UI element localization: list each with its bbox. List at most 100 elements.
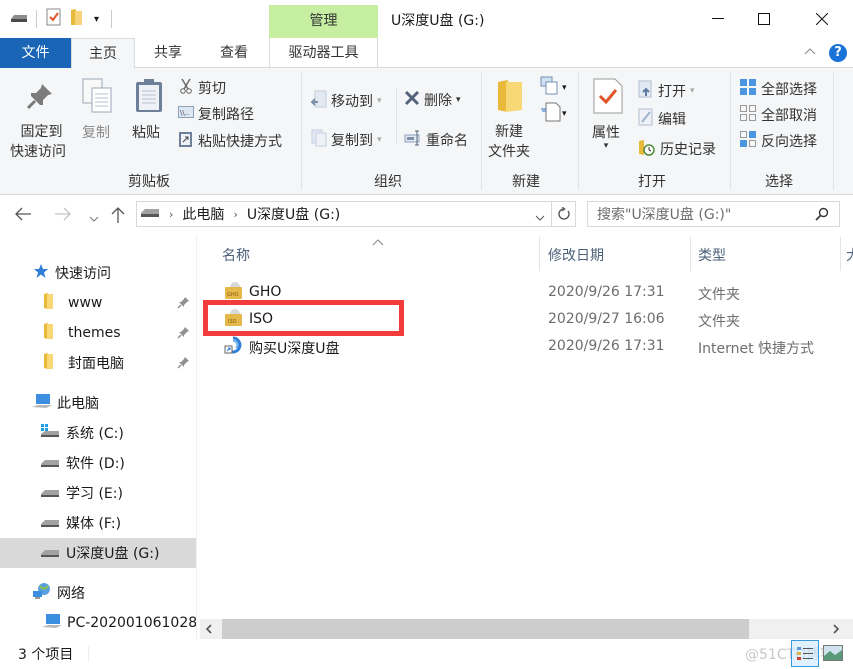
column-header-size[interactable]: 大 xyxy=(846,245,853,265)
pin-icon[interactable] xyxy=(177,356,190,373)
select-none-button[interactable]: 全部取消 xyxy=(739,104,817,126)
scroll-thumb[interactable] xyxy=(222,619,749,639)
help-button[interactable]: ? xyxy=(829,44,847,62)
tab-file[interactable]: 文件 xyxy=(0,38,71,68)
column-divider[interactable] xyxy=(690,237,691,271)
collapse-ribbon-button[interactable] xyxy=(803,44,817,62)
new-folder-line2: 文件夹 xyxy=(488,144,530,160)
invert-selection-button[interactable]: 反向选择 xyxy=(739,130,817,152)
column-divider[interactable] xyxy=(840,237,841,271)
properties-icon[interactable] xyxy=(46,8,62,30)
column-header-type[interactable]: 类型 xyxy=(698,245,726,265)
pin-icon xyxy=(26,82,54,114)
ribbon: 固定到 快速访问 复制 粘贴 剪切 \\.. 复制路径 粘贴快捷方式 剪贴板 移… xyxy=(0,68,853,195)
pin-icon[interactable] xyxy=(177,326,190,343)
breadcrumb-drive-g[interactable]: U深度U盘 (G:) xyxy=(247,204,340,224)
context-tab-manage[interactable]: 管理 xyxy=(269,5,378,38)
tab-drive-tools[interactable]: 驱动器工具 xyxy=(269,38,378,68)
search-input[interactable]: 搜索"U深度U盘 (G:)" xyxy=(587,201,840,227)
cut-button[interactable]: 剪切 xyxy=(178,78,226,98)
forward-button[interactable] xyxy=(54,207,72,225)
back-button[interactable] xyxy=(14,207,32,225)
open-icon xyxy=(638,80,654,102)
maximize-button[interactable] xyxy=(741,0,787,38)
column-header-date[interactable]: 修改日期 xyxy=(548,245,604,265)
computer-icon xyxy=(32,393,52,413)
new-item-button[interactable]: ▾ xyxy=(540,76,567,100)
details-view-button[interactable] xyxy=(791,640,819,667)
sidebar-item-network-pc[interactable]: PC-202001061028 xyxy=(0,608,196,638)
file-row-shortcut[interactable]: 购买U深度U盘 2020/9/26 17:31 Internet 快捷方式 xyxy=(200,333,853,360)
folder-icon xyxy=(44,323,53,343)
sidebar-item-drive-e[interactable]: 学习 (E:) xyxy=(0,478,196,508)
sidebar-label: 网络 xyxy=(57,586,85,602)
history-button[interactable]: 历史记录 xyxy=(638,138,716,160)
tab-home[interactable]: 主页 xyxy=(71,38,135,69)
breadcrumb-this-pc[interactable]: 此电脑 xyxy=(182,204,224,224)
group-divider xyxy=(730,72,731,190)
tab-share[interactable]: 共享 xyxy=(140,38,196,68)
move-to-button[interactable]: 移动到 ▾ xyxy=(310,90,382,112)
close-button[interactable] xyxy=(799,0,845,38)
sidebar-item-www[interactable]: www xyxy=(0,288,196,318)
properties-button[interactable]: 属性 ▾ xyxy=(592,122,620,151)
tab-view[interactable]: 查看 xyxy=(206,38,262,68)
pin-icon[interactable] xyxy=(177,296,190,313)
details-view-icon xyxy=(797,646,813,660)
new-folder-button[interactable]: 新建 文件夹 xyxy=(488,122,530,162)
paste-button[interactable]: 粘贴 xyxy=(132,122,160,142)
rename-icon xyxy=(404,129,422,151)
rename-button[interactable]: 重命名 xyxy=(404,129,468,151)
refresh-button[interactable] xyxy=(552,201,576,227)
item-count: 3 个项目 xyxy=(18,647,74,663)
copy-button[interactable]: 复制 xyxy=(82,122,110,142)
sidebar-item-themes[interactable]: themes xyxy=(0,318,196,348)
new-folder-icon[interactable] xyxy=(70,8,84,30)
chevron-down-icon: ▾ xyxy=(562,83,567,93)
column-divider[interactable] xyxy=(539,237,540,271)
system-drive-icon xyxy=(40,424,60,442)
delete-button[interactable]: 删除 ▾ xyxy=(404,90,461,110)
select-all-button[interactable]: 全部选择 xyxy=(739,78,817,100)
sidebar-label: 快速访问 xyxy=(55,266,111,282)
horizontal-scrollbar[interactable] xyxy=(200,619,853,639)
column-header-name[interactable]: 名称 xyxy=(222,245,250,265)
minimize-button[interactable] xyxy=(695,0,741,38)
sidebar-item-drive-f[interactable]: 媒体 (F:) xyxy=(0,508,196,538)
edit-button[interactable]: 编辑 xyxy=(638,108,686,130)
sidebar-item-quick-access[interactable]: 快速访问 xyxy=(0,258,196,288)
sort-ascending-icon xyxy=(372,235,384,251)
open-button[interactable]: 打开 ▾ xyxy=(638,80,695,102)
easy-access-button[interactable]: ▾ xyxy=(540,102,567,126)
folder-icon xyxy=(44,293,53,313)
scroll-right-button[interactable] xyxy=(831,623,841,639)
pin-label-line1: 固定到 xyxy=(20,124,63,140)
sidebar-item-drive-c[interactable]: 系统 (C:) xyxy=(0,418,196,448)
new-item-icon xyxy=(540,76,562,100)
sidebar-item-cover-pc[interactable]: 封面电脑 xyxy=(0,348,196,378)
customize-qat-dropdown[interactable]: ▾ xyxy=(94,14,99,25)
file-date: 2020/9/26 17:31 xyxy=(548,338,665,354)
paste-shortcut-button[interactable]: 粘贴快捷方式 xyxy=(178,130,282,152)
sidebar-label: 软件 (D:) xyxy=(66,456,125,472)
invert-selection-icon xyxy=(739,130,757,152)
file-type: 文件夹 xyxy=(698,287,740,303)
address-bar[interactable]: › 此电脑 › U深度U盘 (G:) xyxy=(136,201,552,227)
up-button[interactable] xyxy=(111,206,125,228)
sidebar-item-network[interactable]: 网络 xyxy=(0,578,196,608)
large-icons-view-button[interactable] xyxy=(823,645,843,665)
recent-locations-button[interactable] xyxy=(89,211,99,227)
sidebar-item-drive-d[interactable]: 软件 (D:) xyxy=(0,448,196,478)
group-divider xyxy=(481,72,482,190)
address-dropdown-button[interactable] xyxy=(535,210,545,226)
cut-label: 剪切 xyxy=(198,81,226,97)
sidebar-item-drive-g[interactable]: U深度U盘 (G:) xyxy=(0,538,196,568)
scroll-left-button[interactable] xyxy=(204,623,214,639)
scissors-icon xyxy=(178,78,194,98)
file-type: Internet 快捷方式 xyxy=(698,341,815,357)
copy-path-button[interactable]: \\.. 复制路径 xyxy=(178,104,254,124)
chevron-down-icon: ▾ xyxy=(377,96,382,106)
pin-quick-access-button[interactable]: 固定到 快速访问 xyxy=(10,122,66,162)
copy-to-button[interactable]: 复制到 ▾ xyxy=(311,129,382,151)
sidebar-item-this-pc[interactable]: 此电脑 xyxy=(0,388,196,418)
